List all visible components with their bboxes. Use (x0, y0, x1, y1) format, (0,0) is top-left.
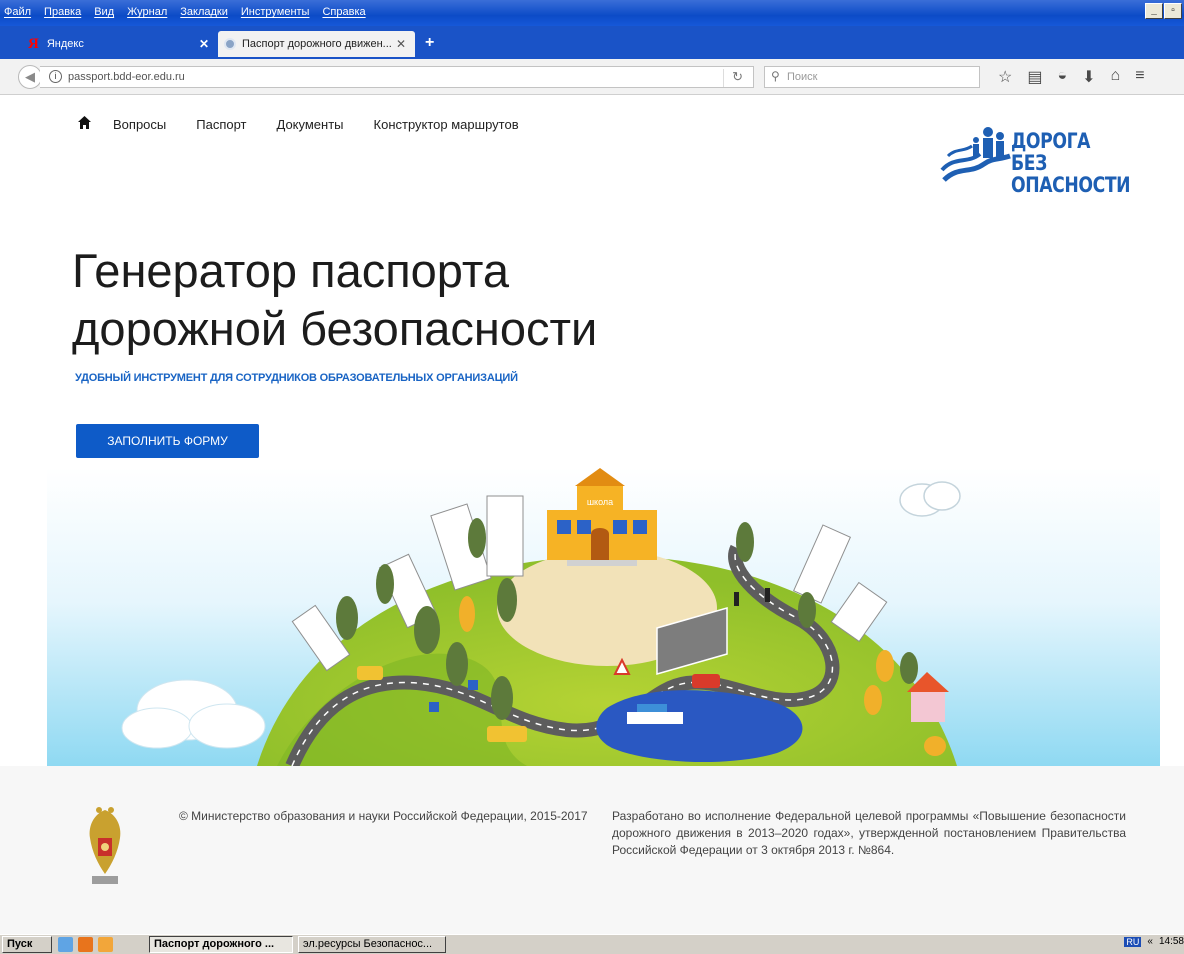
page-title: Генератор паспорта дорожной безопасности (72, 242, 752, 358)
close-icon[interactable]: ✕ (396, 37, 406, 51)
restore-button[interactable]: ▫ (1164, 3, 1182, 19)
download-icon[interactable]: ⬇ (1082, 67, 1095, 87)
nav-link-passport[interactable]: Паспорт (196, 117, 246, 132)
start-button[interactable]: Пуск (2, 936, 52, 953)
search-icon: ⚲ (771, 69, 780, 83)
menu-items: Файл Правка Вид Журнал Закладки Инструме… (4, 6, 366, 18)
back-button[interactable]: ◀ (18, 65, 42, 89)
window-controls: _ ▫ (1145, 3, 1182, 19)
nav-link-route-builder[interactable]: Конструктор маршрутов (374, 117, 519, 132)
menu-edit[interactable]: Правка (44, 6, 81, 18)
logo-text: ДОРОГА БЕЗ ОПАСНОСТИ (1011, 129, 1131, 197)
taskbar-item-document[interactable]: эл.ресурсы Безопаснос... (298, 936, 446, 953)
nav-bar: ◀ i passport.bdd-eor.edu.ru ↻ ⚲ Поиск ☆ … (0, 59, 1184, 95)
menu-history[interactable]: Журнал (127, 6, 167, 18)
title-line-2: дорожной безопасности (72, 302, 598, 355)
tab-passport[interactable]: Паспорт дорожного движен... ✕ (218, 31, 415, 57)
firefox-icon[interactable] (78, 937, 93, 952)
url-text: passport.bdd-eor.edu.ru (68, 71, 185, 83)
logo-line-2: ОПАСНОСТИ (1011, 173, 1131, 197)
site-logo[interactable]: ДОРОГА БЕЗ ОПАСНОСТИ (940, 126, 1131, 196)
nav-link-documents[interactable]: Документы (277, 117, 344, 132)
start-label: Пуск (7, 938, 33, 950)
system-tray: RU « 14:58 (1124, 936, 1184, 947)
menu-icon[interactable]: ≡ (1135, 67, 1144, 87)
title-line-1: Генератор паспорта (72, 244, 510, 297)
logo-line-1: ДОРОГА БЕЗ (1011, 129, 1091, 175)
nav-link-questions[interactable]: Вопросы (113, 117, 166, 132)
yandex-icon: Я (28, 35, 39, 52)
quick-launch-app-icon[interactable] (98, 937, 113, 952)
info-icon[interactable]: i (49, 70, 62, 83)
page-footer: © Министерство образования и науки Росси… (0, 766, 1184, 934)
bookmark-star-icon[interactable]: ☆ (998, 67, 1012, 87)
language-indicator[interactable]: RU (1124, 936, 1142, 947)
reading-list-icon[interactable]: ▤ (1027, 67, 1042, 87)
menu-bookmarks[interactable]: Закладки (180, 6, 228, 18)
russia-emblem-icon (89, 807, 121, 884)
menu-file[interactable]: Файл (4, 6, 31, 18)
toolbar-icons: ☆ ▤ ◒ ⬇ ⌂ ≡ (998, 67, 1145, 87)
search-placeholder: Поиск (787, 71, 818, 83)
hero-illustration: школа (47, 468, 1160, 766)
page-subtitle: УДОБНЫЙ ИНСТРУМЕНТ ДЛЯ СОТРУДНИКОВ ОБРАЗ… (75, 372, 518, 384)
tray-expand-icon[interactable]: « (1147, 936, 1153, 947)
favicon-icon (224, 38, 236, 50)
url-bar[interactable]: i passport.bdd-eor.edu.ru ↻ (40, 66, 754, 88)
menu-bar: Файл Правка Вид Журнал Закладки Инструме… (0, 0, 1184, 26)
menu-tools[interactable]: Инструменты (241, 6, 310, 18)
school-sign: школа (587, 497, 613, 507)
home-icon[interactable] (78, 116, 91, 133)
new-tab-button[interactable]: + (425, 34, 434, 52)
taskbar: Пуск Паспорт дорожного ... эл.ресурсы Бе… (0, 934, 1184, 954)
clock: 14:58 (1158, 936, 1184, 947)
minimize-button[interactable]: _ (1145, 3, 1163, 19)
logo-emblem-icon (940, 127, 1011, 182)
site-nav: Вопросы Паспорт Документы Конструктор ма… (78, 116, 549, 133)
pocket-icon[interactable]: ◒ (1057, 67, 1067, 87)
quick-launch (58, 937, 113, 952)
close-icon[interactable]: ✕ (199, 37, 209, 51)
copyright-text: © Министерство образования и науки Росси… (179, 809, 588, 823)
search-input[interactable]: ⚲ Поиск (764, 66, 980, 88)
home-icon[interactable]: ⌂ (1111, 67, 1121, 87)
tab-label: Яндекс (46, 38, 84, 50)
taskbar-item-browser[interactable]: Паспорт дорожного ... (149, 936, 293, 953)
quick-launch-desktop-icon[interactable] (58, 937, 73, 952)
menu-help[interactable]: Справка (322, 6, 365, 18)
reload-icon[interactable]: ↻ (723, 69, 743, 87)
menu-view[interactable]: Вид (94, 6, 114, 18)
tab-bar: Я Яндекс ✕ Паспорт дорожного движен... ✕… (0, 26, 1184, 59)
fill-form-button[interactable]: ЗАПОЛНИТЬ ФОРМУ (76, 424, 259, 458)
tab-yandex[interactable]: Я Яндекс ✕ (22, 31, 218, 57)
tab-label: Паспорт дорожного движен... (242, 38, 392, 50)
program-note: Разработано во исполнение Федеральной це… (612, 809, 1126, 857)
page-content: Вопросы Паспорт Документы Конструктор ма… (0, 96, 1184, 934)
